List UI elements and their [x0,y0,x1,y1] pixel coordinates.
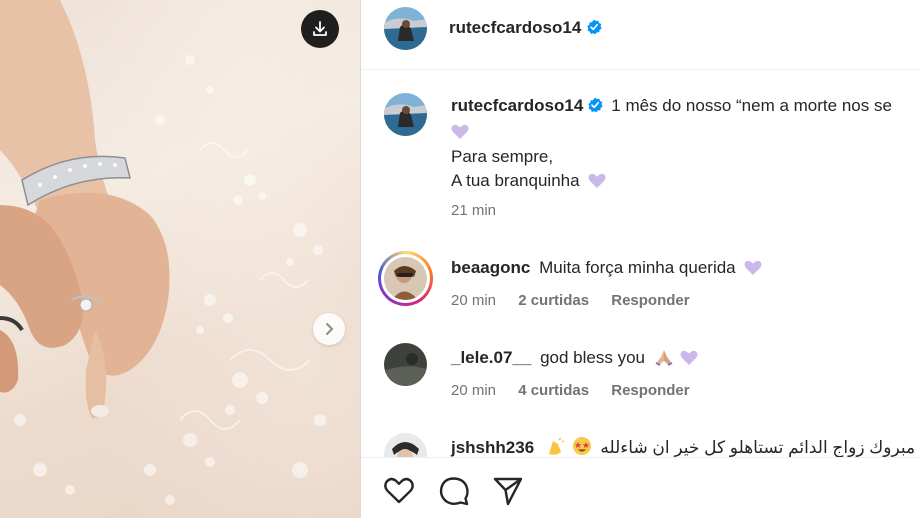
verified-badge-icon [588,97,603,113]
reply-button[interactable]: Responder [611,292,689,309]
photo-illustration [0,0,326,505]
purple-heart-emoji [451,124,469,139]
chevron-right-icon [326,323,333,335]
comment-button[interactable] [437,474,471,508]
comment-username[interactable]: _lele.07__ [451,348,531,367]
comment-text-line: beaagonc Muita força minha querida [451,255,762,280]
author-avatar[interactable] [384,7,427,50]
paper-plane-icon [493,477,523,506]
caption-text-3: A tua branquinha [451,171,580,190]
next-image-button[interactable] [313,313,345,345]
like-button[interactable] [382,474,416,508]
comment-text-line: _lele.07__ god bless you [451,345,698,370]
praying-hands-emoji [655,350,673,366]
caption-meta: 21 min [451,202,514,219]
caption-time: 21 min [451,202,497,219]
author-username-text[interactable]: rutecfcardoso14 [449,18,581,37]
share-button[interactable] [491,474,525,508]
post-header: rutecfcardoso14 [361,0,920,70]
caption-line-1: rutecfcardoso14 1 mês do nosso “nem a mo… [451,93,892,118]
comment-text: Muita força minha querida [539,258,736,277]
comment-username[interactable]: beaagonc [451,258,530,277]
comment-time: 20 min [451,382,497,399]
comment-avatar[interactable] [384,257,427,300]
comment-bubble-icon [439,477,469,506]
verified-badge-icon [587,19,602,35]
caption-item: rutecfcardoso14 1 mês do nosso “nem a mo… [361,71,920,231]
caption-line-3: A tua branquinha [451,168,606,193]
comment-text: god bless you [540,348,645,367]
comment-text: مبروك زواج الدائم تستاهلو كل خير ان شاءل… [600,438,916,457]
comment-likes-count[interactable]: 4 curtidas [518,382,589,399]
purple-heart-emoji [588,173,606,188]
comment-text-line: jshshh236 مبروك زواج الدائم تستاهلو كل خ… [451,435,915,457]
post-photo[interactable] [0,0,360,518]
purple-heart-emoji [680,350,698,365]
comment-avatar[interactable] [384,433,427,457]
clapping-hands-emoji [548,438,565,455]
comments-thread[interactable]: rutecfcardoso14 1 mês do nosso “nem a mo… [361,71,920,457]
star-struck-emoji [572,437,591,455]
comment-time: 20 min [451,292,497,309]
comment-avatar[interactable] [384,343,427,386]
author-username[interactable]: rutecfcardoso14 [449,18,602,38]
caption-text-1: 1 mês do nosso “nem a morte nos se [611,96,892,115]
caption-author-username[interactable]: rutecfcardoso14 [451,96,583,115]
comment-avatar-story-ring[interactable] [378,251,433,306]
caption-heart-line [451,119,469,144]
post-details-panel: rutecfcardoso14 rutecfcardoso14 1 mês do… [361,0,920,518]
download-icon [313,21,327,36]
reply-button[interactable]: Responder [611,382,689,399]
purple-heart-emoji [744,260,762,275]
post-actions-bar [361,458,920,518]
comment-username[interactable]: jshshh236 [451,438,534,457]
download-button[interactable] [301,10,339,48]
heart-outline-icon [384,477,414,504]
comment-meta: 20 min 2 curtidas Responder [451,292,708,309]
caption-line-2: Para sempre, [451,147,554,166]
comment-likes-count[interactable]: 2 curtidas [518,292,589,309]
comment-meta: 20 min 4 curtidas Responder [451,382,708,399]
caption-author-avatar[interactable] [384,93,427,136]
